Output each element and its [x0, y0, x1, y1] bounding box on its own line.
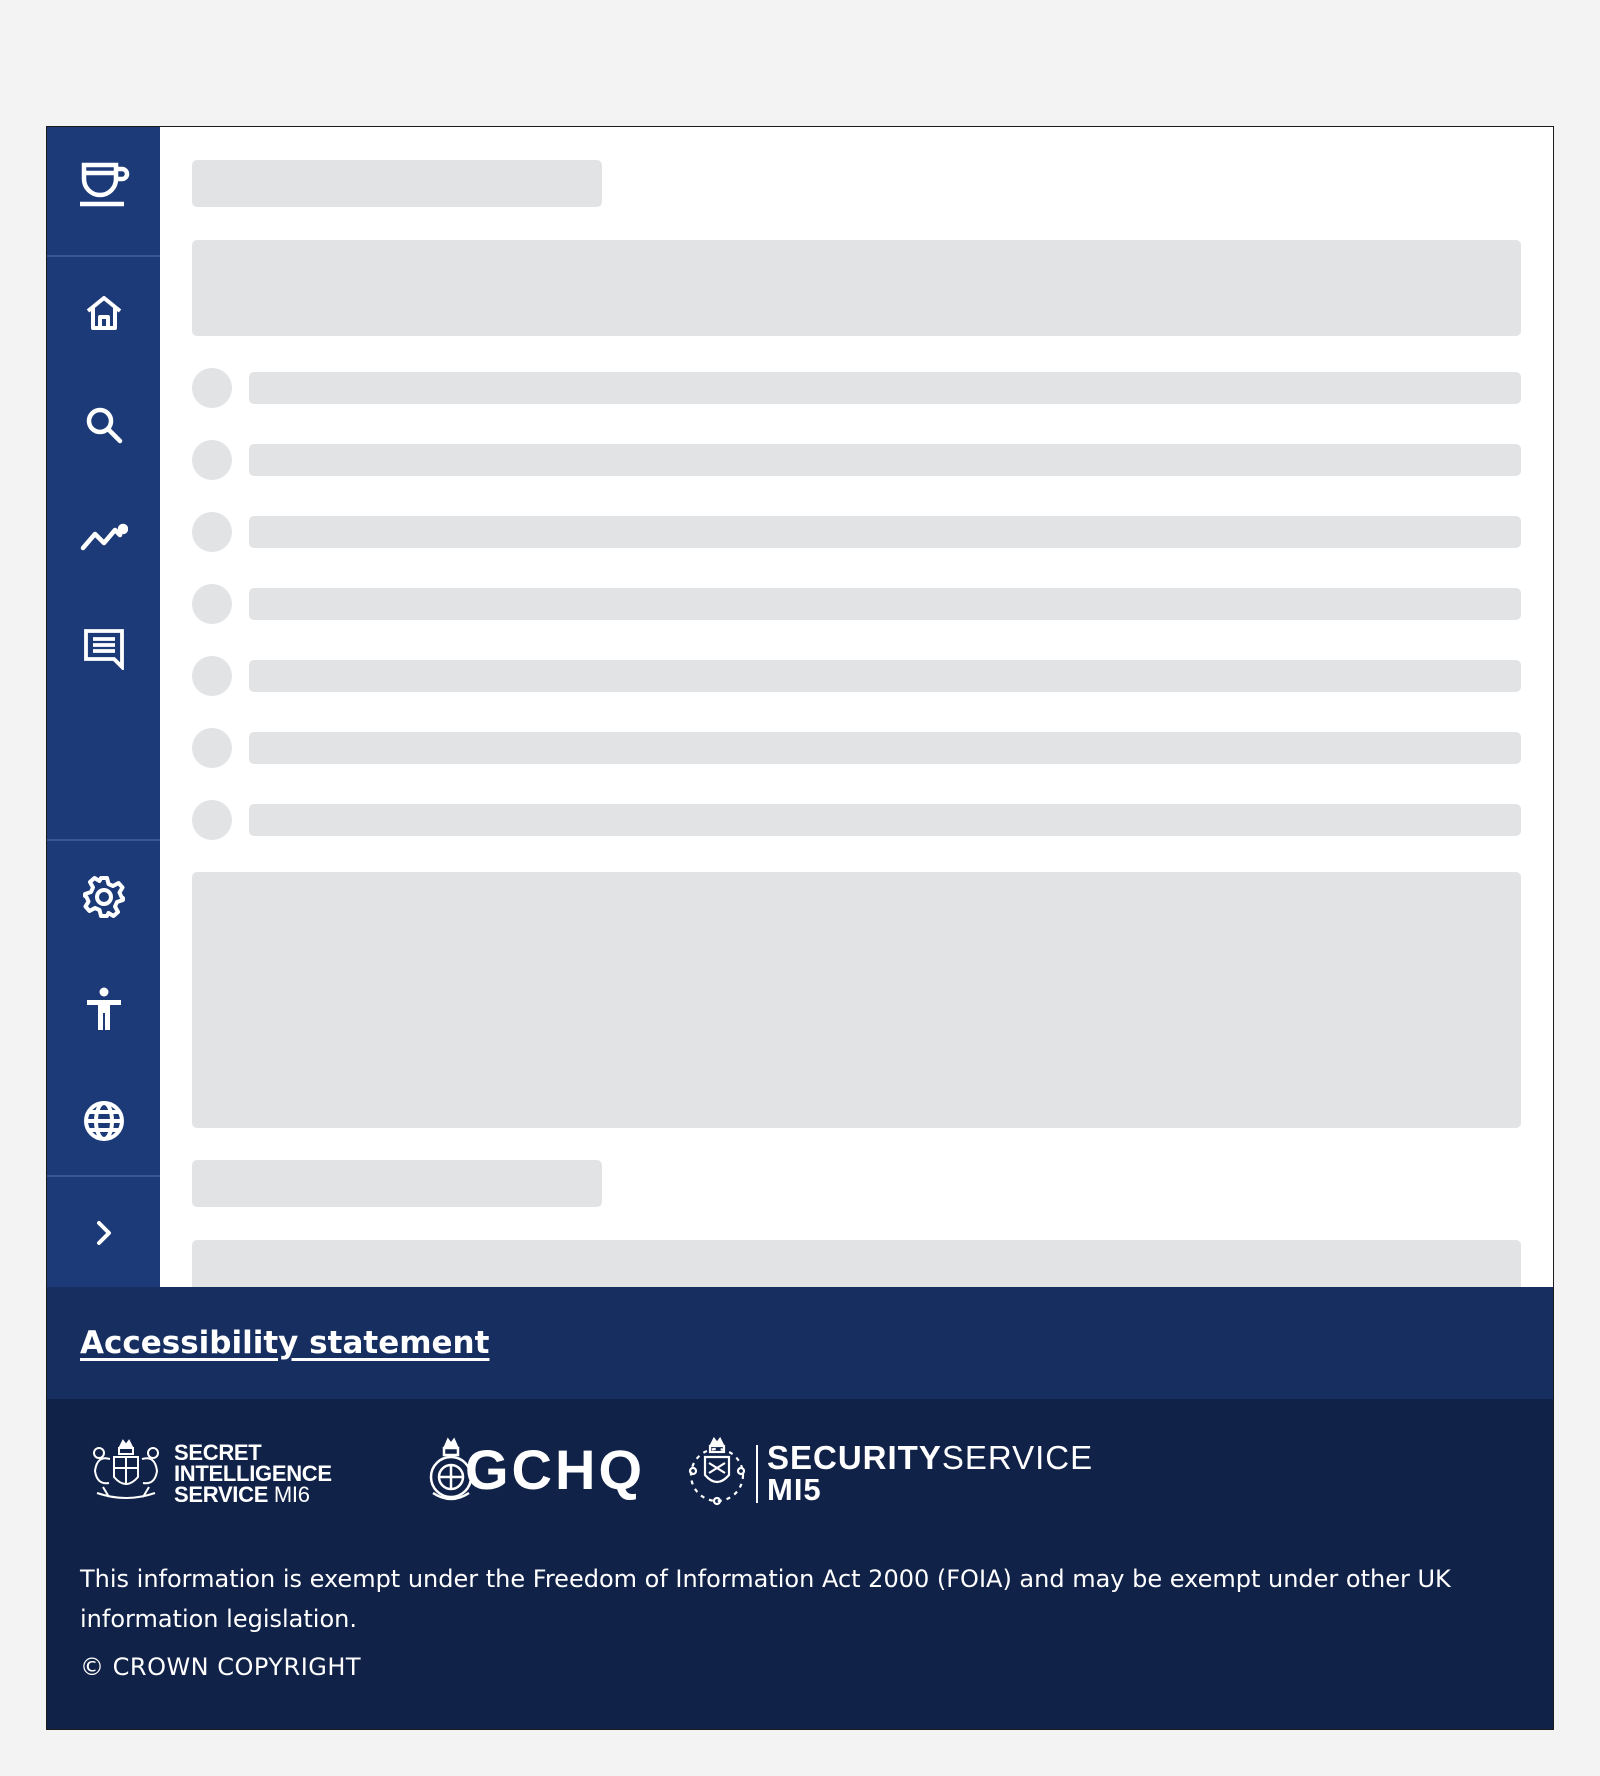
sidebar-item-home[interactable]	[47, 257, 160, 369]
skeleton-avatar	[192, 656, 232, 696]
chevron-right-icon	[96, 1221, 111, 1245]
footer-links-bar: Accessibility statement	[47, 1287, 1553, 1399]
skeleton-title	[192, 160, 602, 207]
skeleton-avatar	[192, 584, 232, 624]
mi5-service: SERVICE	[941, 1439, 1094, 1476]
skeleton-list-row	[249, 588, 1521, 620]
footer: SECRET INTELLIGENCE SERVICE MI6 GCHQ SEC…	[47, 1399, 1553, 1729]
crown-copyright: © CROWN COPYRIGHT	[80, 1653, 362, 1681]
app-frame: Accessibility statement SECRET INTELLIGE…	[46, 126, 1554, 1730]
skeleton-subtitle	[192, 1160, 602, 1207]
home-icon	[86, 296, 121, 330]
skeleton-list-row	[249, 516, 1521, 548]
accessibility-icon	[86, 987, 121, 1030]
gear-icon	[82, 876, 125, 918]
sidebar-item-language[interactable]	[47, 1065, 160, 1177]
sidebar-item-accessibility[interactable]	[47, 953, 160, 1065]
trend-icon	[80, 523, 128, 551]
skeleton-avatar	[192, 728, 232, 768]
foia-notice: This information is exempt under the Fre…	[80, 1565, 1451, 1633]
cup-icon	[79, 162, 129, 207]
skeleton-list-row	[249, 804, 1521, 836]
skeleton-list-row	[249, 732, 1521, 764]
sidebar-item-settings[interactable]	[47, 841, 160, 953]
skeleton-avatar	[192, 800, 232, 840]
nav-home-logo-button[interactable]	[47, 127, 160, 239]
sidebar-item-messages[interactable]	[47, 593, 160, 705]
skeleton-list-row	[249, 660, 1521, 692]
sidebar-item-analytics[interactable]	[47, 481, 160, 593]
skeleton-avatar	[192, 512, 232, 552]
mi5-label: MI5	[767, 1472, 822, 1507]
sidebar-nav	[47, 127, 160, 1287]
sidebar-expand-button[interactable]	[47, 1177, 160, 1289]
globe-icon	[83, 1101, 124, 1141]
skeleton-banner	[192, 1240, 1521, 1287]
main-content-skeleton	[160, 127, 1553, 1287]
mi5-security: SECURITY	[767, 1439, 942, 1476]
skeleton-list-row	[249, 444, 1521, 476]
search-icon	[86, 407, 122, 444]
accessibility-statement-link[interactable]: Accessibility statement	[80, 1325, 489, 1361]
skeleton-content-block	[192, 872, 1521, 1128]
skeleton-banner	[192, 240, 1521, 336]
skeleton-avatar	[192, 368, 232, 408]
mi5-logo: SECURITYSERVICE MI5	[87, 1437, 1092, 1507]
message-icon	[83, 629, 124, 670]
skeleton-list-row	[249, 372, 1521, 404]
skeleton-avatar	[192, 440, 232, 480]
mi5-crest-icon	[688, 1437, 746, 1506]
sidebar-item-search[interactable]	[47, 369, 160, 481]
mi5-divider	[756, 1445, 758, 1503]
